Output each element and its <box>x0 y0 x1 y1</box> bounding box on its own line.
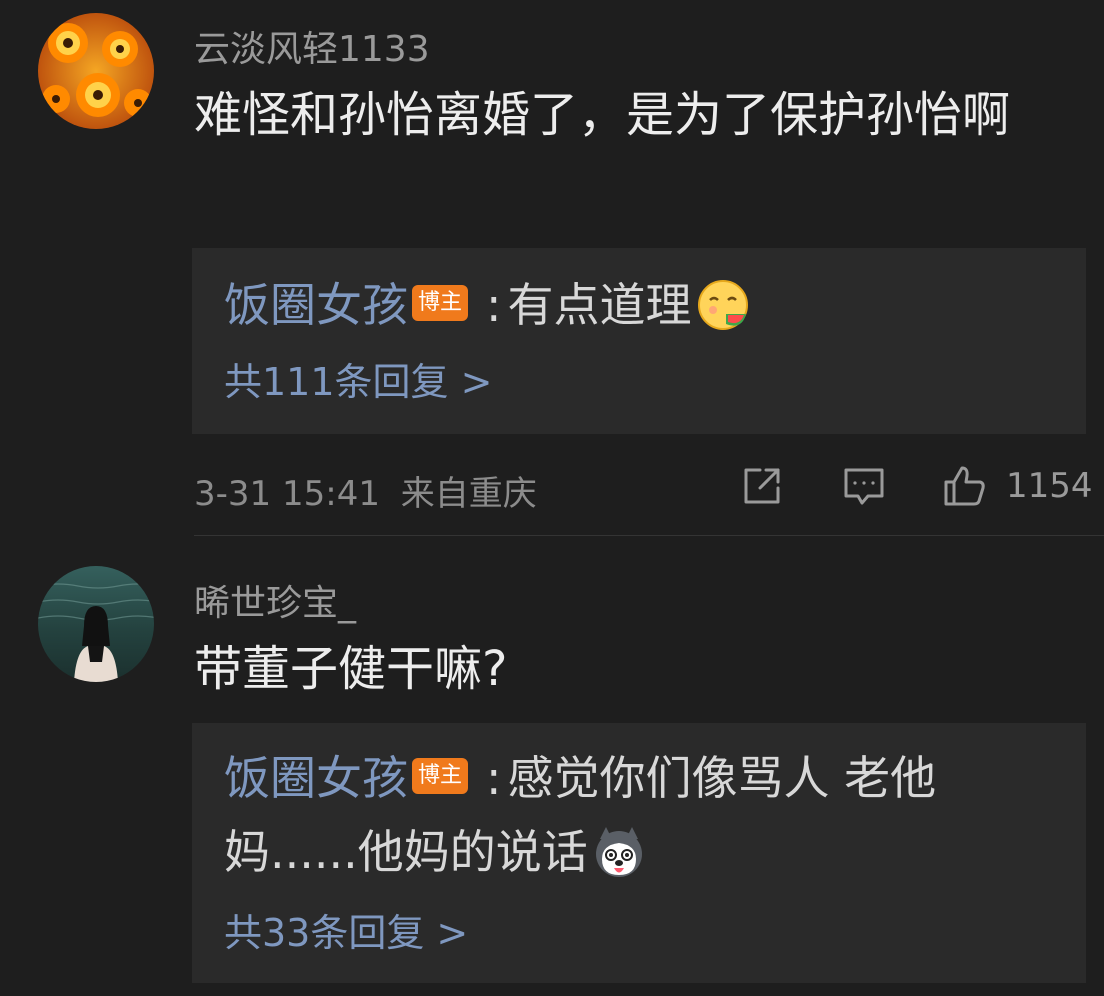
reply-author[interactable]: 饭圈女孩 <box>224 278 408 332</box>
user-avatar[interactable] <box>38 13 154 129</box>
comment-icon[interactable] <box>840 462 888 510</box>
reply-line: 饭圈女孩 博主: 有点道理 <box>224 268 1062 342</box>
username[interactable]: 晞世珍宝_ <box>194 574 356 626</box>
comment-footer: 3-31 15:41 来自重庆 1154 <box>0 462 1104 514</box>
location: 来自重庆 <box>400 474 537 514</box>
author-badge: 博主 <box>412 757 469 794</box>
comment-item: 晞世珍宝_ 带董子健干嘛? 饭圈女孩 博主: 感觉你们像骂人 老他妈......他妈… <box>0 537 1104 996</box>
reply-author[interactable]: 饭圈女孩 <box>224 751 408 805</box>
comment-text: 带董子健干嘛? <box>194 641 508 697</box>
thumbs-up-icon[interactable] <box>940 462 988 510</box>
user-avatar[interactable] <box>38 566 154 682</box>
like-count: 1154 <box>1006 466 1093 506</box>
username[interactable]: 云淡风轻1133 <box>194 20 430 72</box>
view-replies-link[interactable]: 共33条回复 > <box>224 902 468 957</box>
author-badge: 博主 <box>412 284 469 321</box>
reply-line: 饭圈女孩 博主: 感觉你们像骂人 老他妈......他妈的说话 <box>224 741 1062 889</box>
reply-colon: : <box>486 278 502 332</box>
view-replies-link[interactable]: 共111条回复 > <box>224 351 492 406</box>
husky-dog-emoji-icon <box>592 825 646 879</box>
divider <box>194 535 1104 536</box>
timestamp: 3-31 15:41 <box>194 474 380 514</box>
reply-preview[interactable]: 饭圈女孩 博主: 有点道理 共111条回复 > <box>192 248 1086 434</box>
eating-watermelon-emoji-icon <box>696 278 750 332</box>
reply-text: 有点道理 <box>507 278 692 332</box>
comment-meta: 3-31 15:41 来自重庆 <box>194 466 537 515</box>
reply-preview[interactable]: 饭圈女孩 博主: 感觉你们像骂人 老他妈......他妈的说话 共33条回复 > <box>192 723 1086 983</box>
comment-text: 难怪和孙怡离婚了，是为了保护孙怡啊 <box>194 87 1011 143</box>
comment-item: 云淡风轻1133 难怪和孙怡离婚了，是为了保护孙怡啊 饭圈女孩 博主: 有点道理 共… <box>0 0 1104 536</box>
share-icon[interactable] <box>738 462 786 510</box>
reply-colon: : <box>486 751 502 805</box>
